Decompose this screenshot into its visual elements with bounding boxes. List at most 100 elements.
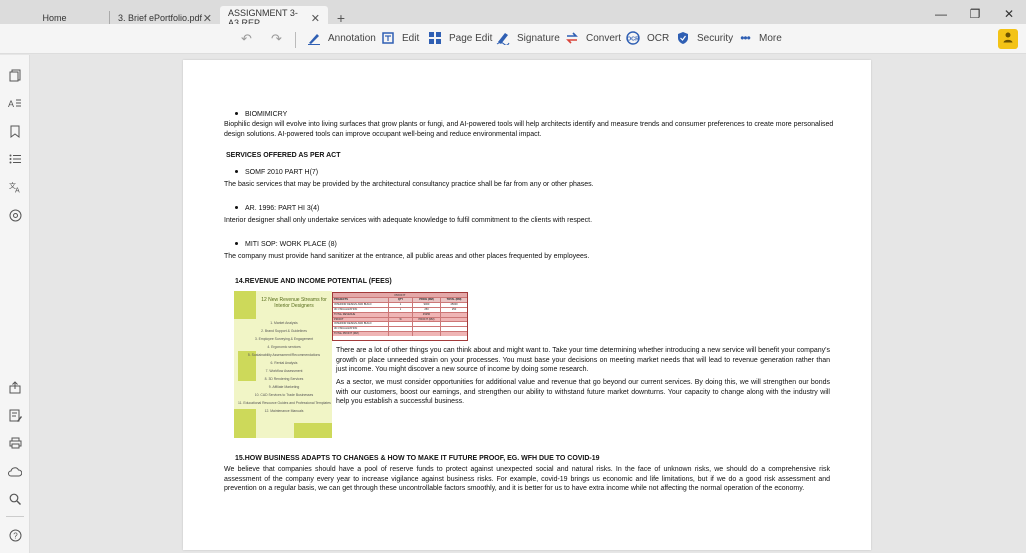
table-row: 3D VISUALIZATION 1 250 250: [333, 306, 467, 312]
somf-title: SOMF 2010 PART H(7): [235, 168, 318, 178]
infographic-item: 7. Workflow Assessment: [265, 369, 303, 373]
translate-icon[interactable]: 文A: [8, 180, 22, 194]
form-edit-icon[interactable]: [8, 408, 22, 422]
table-cell: 3D VISUALIZATION: [333, 307, 389, 312]
signature-label: Signature: [517, 32, 560, 44]
grid-icon: [428, 31, 442, 45]
page-edit-label: Page Edit: [449, 32, 493, 44]
table-header: PROJECTS QTY PRICE (RM) TOTAL (RM): [333, 297, 467, 302]
tab-label: Home: [42, 13, 67, 23]
table-cell: 1: [389, 302, 413, 307]
toolbar: ↶ ↷ Annotation Edit Page Edit Signature …: [0, 24, 1026, 54]
table-cell: 250: [413, 307, 441, 312]
signature-button[interactable]: Signature: [496, 31, 560, 45]
table-cell: [413, 322, 441, 327]
toolbar-divider: [295, 32, 296, 48]
undo-icon[interactable]: ↶: [241, 31, 252, 47]
redo-icon[interactable]: ↷: [271, 31, 282, 47]
infographic-item: 9. Affiliate Marketing: [268, 385, 300, 389]
infographic-item: 1. Market Analysis: [270, 321, 298, 325]
help-icon[interactable]: ?: [8, 528, 22, 542]
table-cell: %: [389, 317, 413, 322]
table-cell: [441, 332, 467, 336]
table-cell: 250: [451, 307, 457, 311]
somf-text: The basic services that may be provided …: [224, 181, 594, 188]
infographic-item: 6. Rental Analysis: [270, 361, 298, 365]
table-cell: 3D VISUALIZATION: [333, 327, 389, 332]
pen-icon: [307, 31, 321, 45]
security-label: Security: [697, 32, 734, 44]
page-edit-button[interactable]: Page Edit: [428, 31, 492, 45]
close-icon[interactable]: ✕: [311, 12, 320, 25]
table-cell: [441, 322, 467, 326]
infographic-item: 4. Ergonomic services: [267, 345, 301, 349]
pages-icon[interactable]: [8, 68, 22, 82]
print-icon[interactable]: [8, 436, 22, 450]
text-icon[interactable]: A: [8, 96, 22, 110]
table-cell: [441, 318, 467, 322]
table-header-cell: TOTAL (RM): [446, 298, 462, 301]
close-icon[interactable]: ✕: [203, 12, 212, 25]
revenue-streams-infographic: 12 New Revenue Streams for Interior Desi…: [234, 291, 332, 438]
user-icon: [1002, 30, 1014, 48]
svg-text:A: A: [8, 99, 14, 109]
convert-button[interactable]: Convert: [565, 31, 621, 45]
svg-text:A: A: [15, 188, 20, 194]
edit-icon: [381, 31, 395, 45]
document-page: BIOMIMICRY Biophilic design will evolve …: [183, 60, 871, 550]
more-button[interactable]: ••• More: [738, 31, 782, 45]
revenue-paragraph-2: As a sector, we must consider opportunit…: [336, 379, 830, 405]
ocr-label: OCR: [647, 32, 670, 44]
compass-icon[interactable]: [8, 208, 22, 222]
services-heading: SERVICES OFFERED AS PER ACT: [226, 152, 341, 159]
table-row: TOTAL REVENUE 45250: [333, 311, 467, 317]
miti-title: MITI SOP: WORK PLACE (8): [235, 240, 337, 250]
annotation-label: Annotation: [328, 32, 376, 44]
biomimicry-text-line1: Biophilic design will evolve into living…: [224, 121, 834, 128]
table-cell: [389, 327, 413, 332]
more-label: More: [759, 32, 782, 44]
ocr-button[interactable]: OCR OCR: [626, 31, 669, 45]
close-icon: ✕: [1003, 7, 1015, 21]
table-row: 3D VISUALIZATION: [333, 326, 467, 332]
infographic-item: 11. Educational Resource Guides and Prof…: [238, 401, 331, 405]
covid-paragraph: We believe that companies should have a …: [224, 466, 830, 492]
table-row: PROFIT % PROFIT (RM): [333, 316, 467, 322]
left-sidebar: A 文A ?: [0, 55, 30, 553]
infographic-item: 3. Employee Surveying & Engagement: [254, 337, 314, 341]
ar-text: Interior designer shall only undertake s…: [224, 217, 593, 224]
user-avatar-button[interactable]: [998, 29, 1018, 49]
tab-home[interactable]: Home: [0, 11, 110, 25]
infographic-item: 12. Maintenance Manuals: [264, 409, 304, 413]
table-row: TOTAL PROFIT (RM): [333, 331, 467, 337]
infographic-item: 8. 3D Rendering Services: [264, 377, 304, 381]
search-icon[interactable]: [8, 492, 22, 506]
table-cell: TOTAL REVENUE: [333, 312, 389, 317]
share-icon[interactable]: [8, 380, 22, 394]
table-cell: 45000: [450, 302, 458, 306]
covid-heading: 15.HOW BUSINESS ADAPTS TO CHANGES & HOW …: [235, 455, 600, 462]
edit-label: Edit: [402, 32, 420, 44]
annotation-button[interactable]: Annotation: [307, 31, 376, 45]
infographic-decoration: [294, 423, 332, 438]
edit-button[interactable]: Edit: [381, 31, 419, 45]
tab-label: 3. Brief ePortfolio.pdf: [118, 13, 203, 23]
minimize-icon: —: [935, 7, 947, 21]
table-row: INTERIOR DESIGN AND BUILD: [333, 321, 467, 327]
biomimicry-title: BIOMIMICRY: [235, 110, 287, 120]
signature-icon: [496, 31, 510, 45]
table-cell: 1: [389, 307, 413, 312]
table-cell: 9000: [413, 302, 441, 307]
cloud-icon[interactable]: [8, 464, 22, 478]
infographic-item: 2. Brand Support & Guidelines: [261, 329, 307, 333]
table-cell: [441, 313, 467, 317]
table-cell: INTERIOR DESIGN AND BUILD: [333, 322, 389, 327]
table-cell: [389, 322, 413, 327]
bookmark-icon[interactable]: [8, 124, 22, 138]
list-icon[interactable]: [8, 152, 22, 166]
svg-text:OCR: OCR: [627, 37, 639, 43]
security-button[interactable]: Security: [676, 31, 733, 45]
table-cell: [441, 327, 467, 331]
table-header-cell: PROJECTS: [333, 298, 389, 302]
infographic-item: 5. Sustainability Assessment/Recommendat…: [247, 353, 321, 357]
